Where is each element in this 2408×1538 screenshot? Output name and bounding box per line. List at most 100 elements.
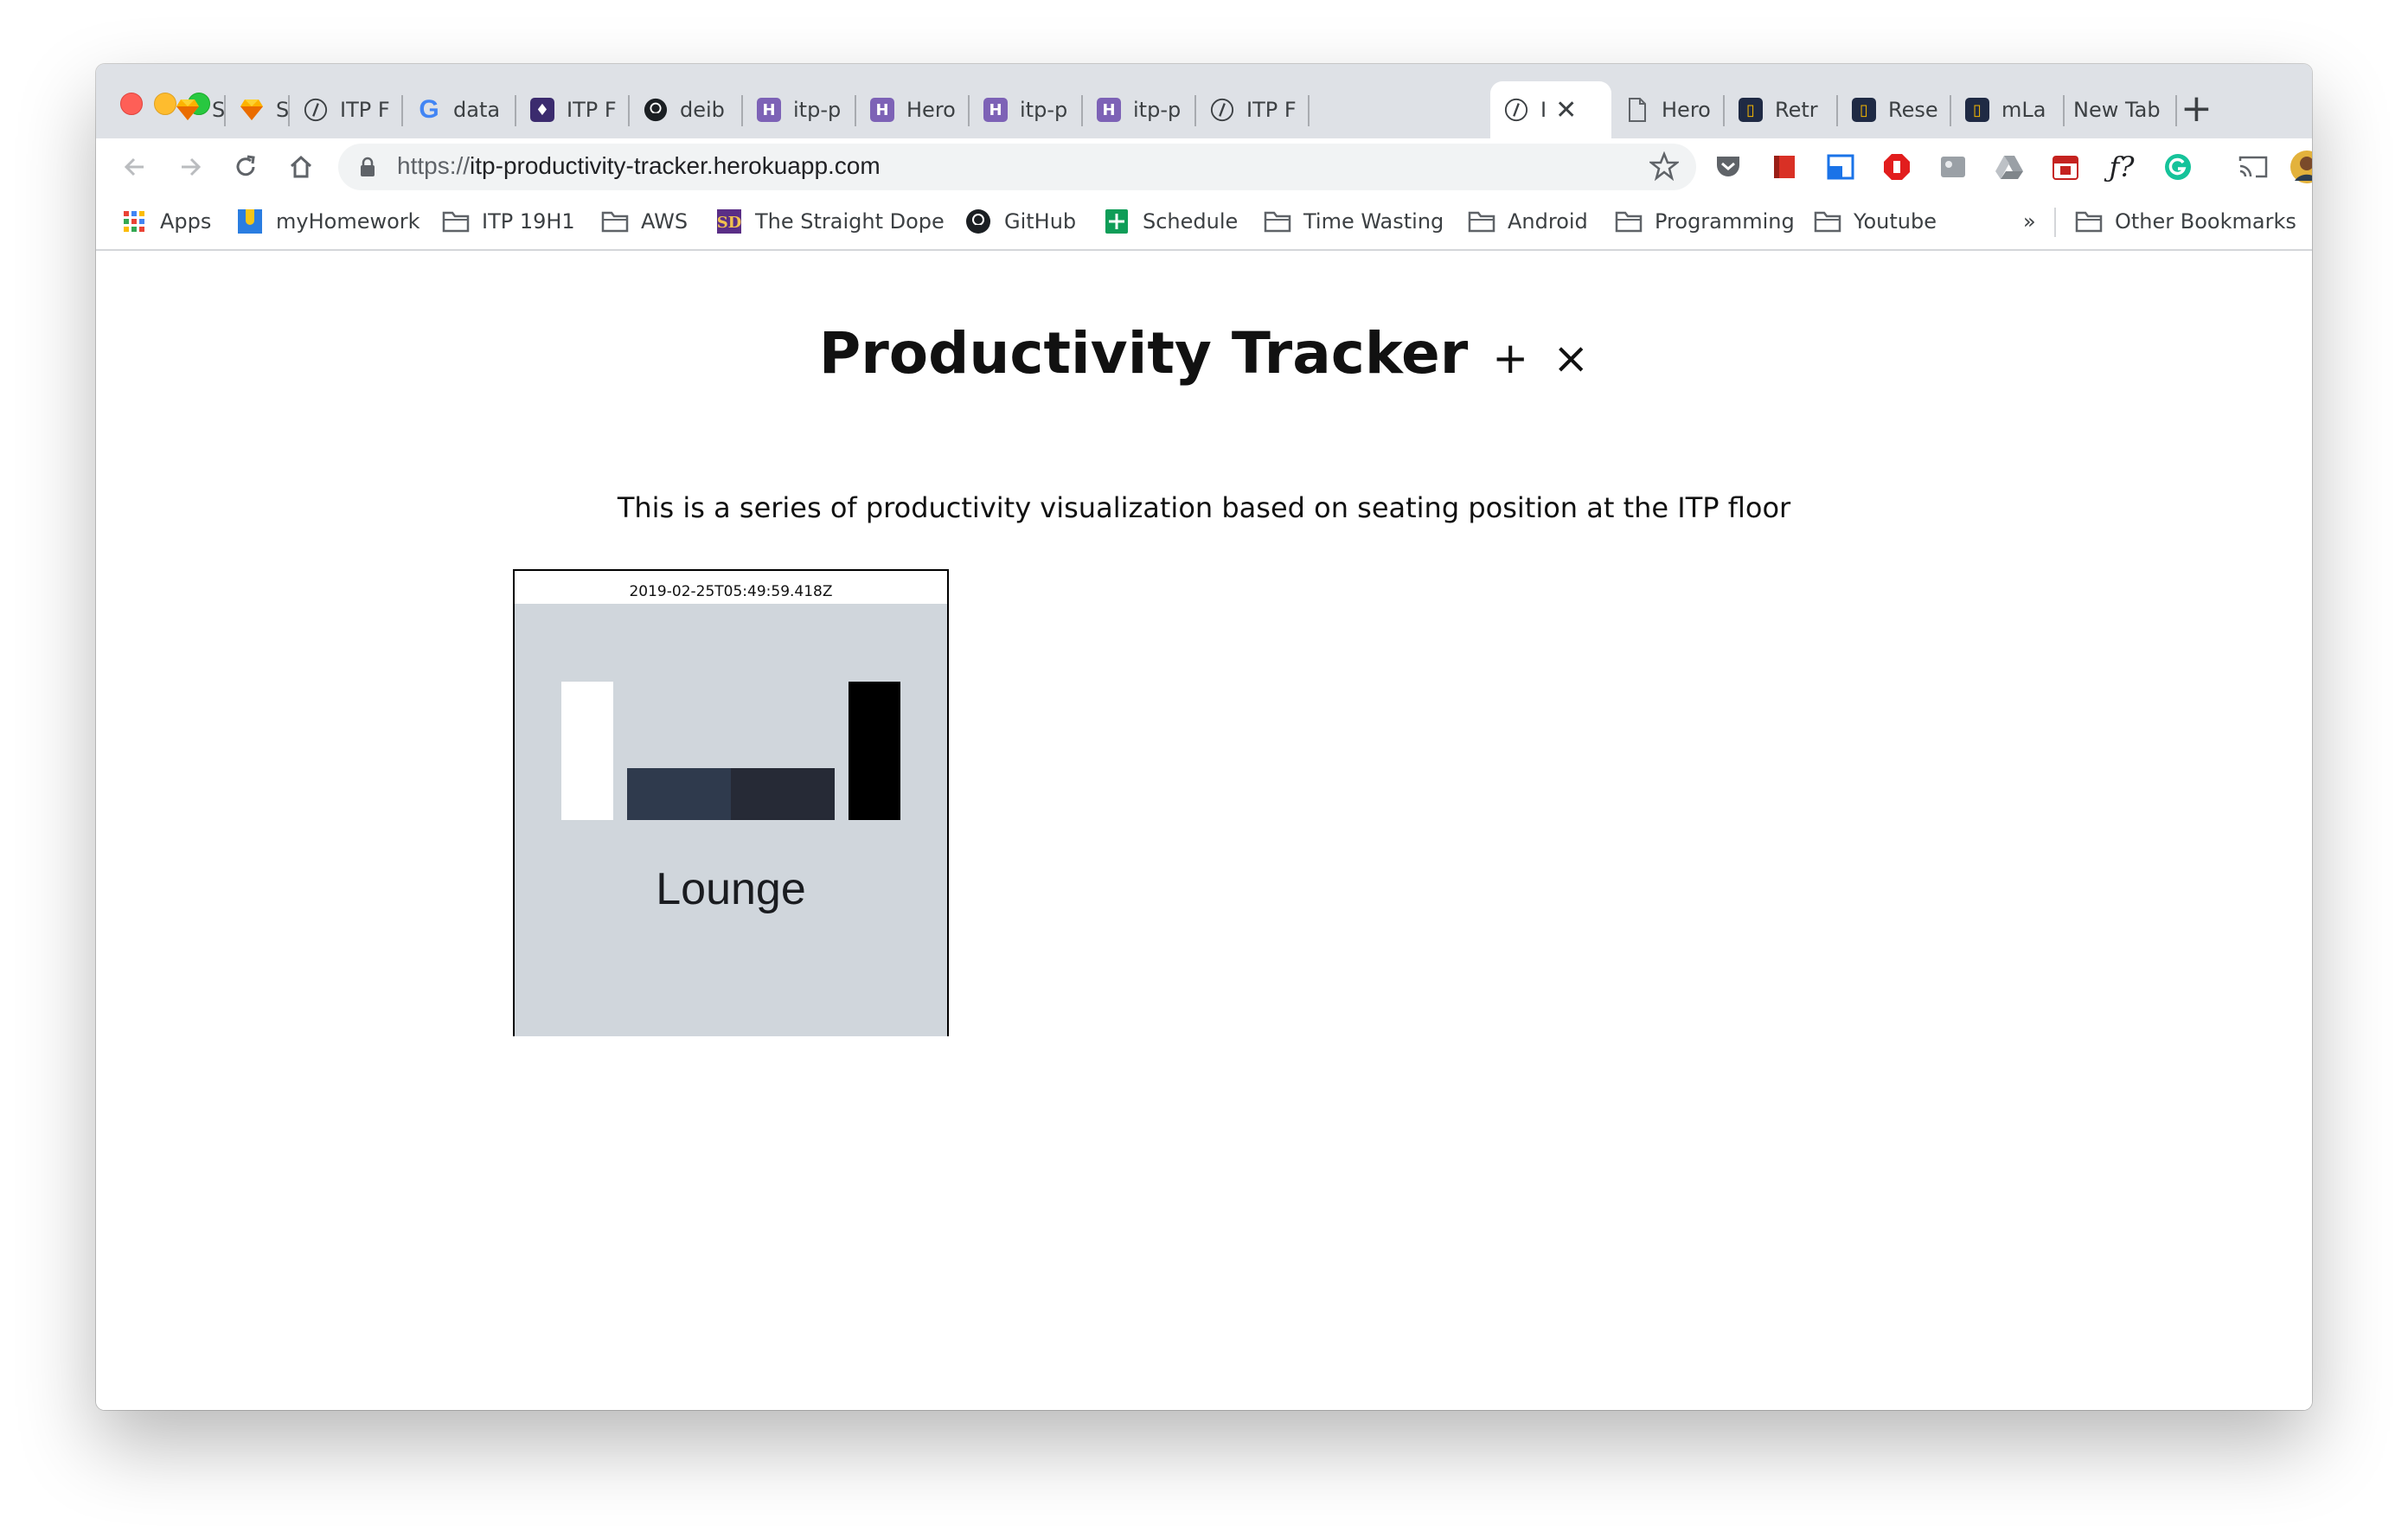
mlab-icon: ▯ [1852,98,1876,122]
tab-4[interactable]: ♦ ITP F [516,81,630,138]
tab-12[interactable]: Hero [1611,81,1725,138]
back-button[interactable] [113,145,157,189]
tab-label: ITP F [567,98,617,122]
visualization-canvas: Lounge [515,604,947,1036]
bookmark-label: Apps [160,209,212,234]
tab-0[interactable]: Sket [162,81,226,138]
tab-label: Retr [1775,98,1818,122]
url-scheme: https:// [397,152,471,179]
tab-8[interactable]: H itp-p [970,81,1083,138]
bar-black [849,682,900,820]
drive-icon[interactable] [1995,152,2024,182]
sheets-icon [1103,208,1130,234]
bookmark-other-bookmarks[interactable]: Other Bookmarks [2075,204,2296,239]
page-subtitle: This is a series of productivity visuali… [617,491,1791,524]
tab-6[interactable]: H itp-p [743,81,856,138]
bookmark-label: ITP 19H1 [482,209,575,234]
tab-7[interactable]: H Hero [856,81,970,138]
photo-ext-icon[interactable] [1938,152,1968,182]
bookmark-label: Youtube [1854,209,1937,234]
heroku-icon: H [757,98,781,122]
bookmark-youtube[interactable]: Youtube [1814,204,1937,239]
tab-13[interactable]: ▯ Retr [1725,81,1838,138]
bookmark-aws[interactable]: AWS [601,204,688,239]
home-button[interactable] [279,145,323,189]
bookmark-myhomework[interactable]: myHomework [236,204,420,239]
bookmarks-overflow-button[interactable]: » [2023,204,2036,239]
folder-icon [1615,208,1643,234]
bookmark-ext-icon[interactable] [1770,152,1799,182]
tab-9[interactable]: H itp-p [1083,81,1196,138]
url-text: https://itp-productivity-tracker.herokua… [397,152,881,180]
tab-label: ITP F [340,98,390,122]
bookmark-label: myHomework [276,209,420,234]
forward-button[interactable] [169,145,212,189]
bookmark-label: AWS [641,209,688,234]
close-tab-icon[interactable]: ✕ [1555,95,1577,125]
window-ext-icon[interactable] [1826,152,1855,182]
bookmark-android[interactable]: Android [1468,204,1588,239]
new-tab-button[interactable]: + [2181,90,2213,128]
tab-label: itp-p [793,98,842,122]
tab-3[interactable]: G data [403,81,516,138]
tab-2[interactable]: ITP F [290,81,403,138]
calendar-ext-icon[interactable] [2051,152,2080,182]
tab-16[interactable]: New Tab [2065,81,2177,138]
tab-15[interactable]: ▯ mLa [1951,81,2065,138]
bookmark-label: Programming [1655,209,1795,234]
folder-icon [2075,208,2103,234]
add-button[interactable]: + [1492,333,1528,383]
tab-label: itp-p [1020,98,1068,122]
tab-label: itp-p [1133,98,1182,122]
address-bar[interactable]: https://itp-productivity-tracker.herokua… [338,144,1696,190]
close-window-button[interactable] [120,93,143,115]
heroku-icon: H [870,98,894,122]
tab-label: I [1540,98,1547,122]
bookmark-time-wasting[interactable]: Time Wasting [1264,204,1444,239]
avatar[interactable] [2290,150,2312,184]
tab-active[interactable]: I ✕ [1490,81,1611,138]
bookmark-schedule[interactable]: Schedule [1103,204,1238,239]
page-content: Productivity Tracker + × This is a series … [96,251,2312,1410]
tab-5[interactable]: deib [630,81,743,138]
bookmark-programming[interactable]: Programming [1615,204,1795,239]
svg-text:SD: SD [717,214,742,232]
page-header: Productivity Tracker + × [96,320,2312,387]
myhomework-icon [236,208,264,234]
adblock-icon[interactable] [1882,152,1912,182]
visualization-card: 2019-02-25T05:49:59.418Z Lounge [513,569,949,1036]
bookmark-straight-dope[interactable]: SD The Straight Dope [715,204,945,239]
tab-label: Hero [906,98,956,122]
bookmark-star-icon[interactable] [1648,151,1681,184]
tab-label: Rese [1888,98,1938,122]
folder-icon [1264,208,1291,234]
reload-button[interactable] [224,145,267,189]
mlab-icon: ▯ [1965,98,1989,122]
bookmark-itp-19h1[interactable]: ITP 19H1 [442,204,575,239]
chevron-double-right-icon: » [2023,209,2036,234]
bar-dark [731,768,835,820]
grammarly-icon[interactable] [2163,152,2193,182]
folder-icon [1468,208,1495,234]
tab-14[interactable]: ▯ Rese [1838,81,1951,138]
tab-1[interactable]: Sket [226,81,290,138]
straight-dope-icon: SD [715,208,743,234]
card-timestamp: 2019-02-25T05:49:59.418Z [629,583,833,600]
formula-ext-icon[interactable]: ƒ? [2107,151,2136,183]
bookmark-label: Other Bookmarks [2115,209,2296,234]
itp-purple-icon: ♦ [530,98,554,122]
pocket-icon[interactable] [1713,152,1743,182]
bookmarks-bar: Apps myHomework ITP 19H1 AWS SD The Stra… [96,195,2312,251]
tab-label: deib [680,98,725,122]
cast-icon[interactable] [2238,152,2268,182]
folder-icon [1814,208,1841,234]
tab-10[interactable]: ITP F [1196,81,1310,138]
folder-icon [601,208,629,234]
bookmark-apps[interactable]: Apps [120,204,211,239]
lock-icon [359,157,376,181]
remove-button[interactable]: × [1553,333,1589,383]
page-icon [1625,98,1649,122]
bookmark-github[interactable]: GitHub [964,204,1076,239]
sketch-icon [240,98,264,122]
google-icon: G [419,95,439,124]
